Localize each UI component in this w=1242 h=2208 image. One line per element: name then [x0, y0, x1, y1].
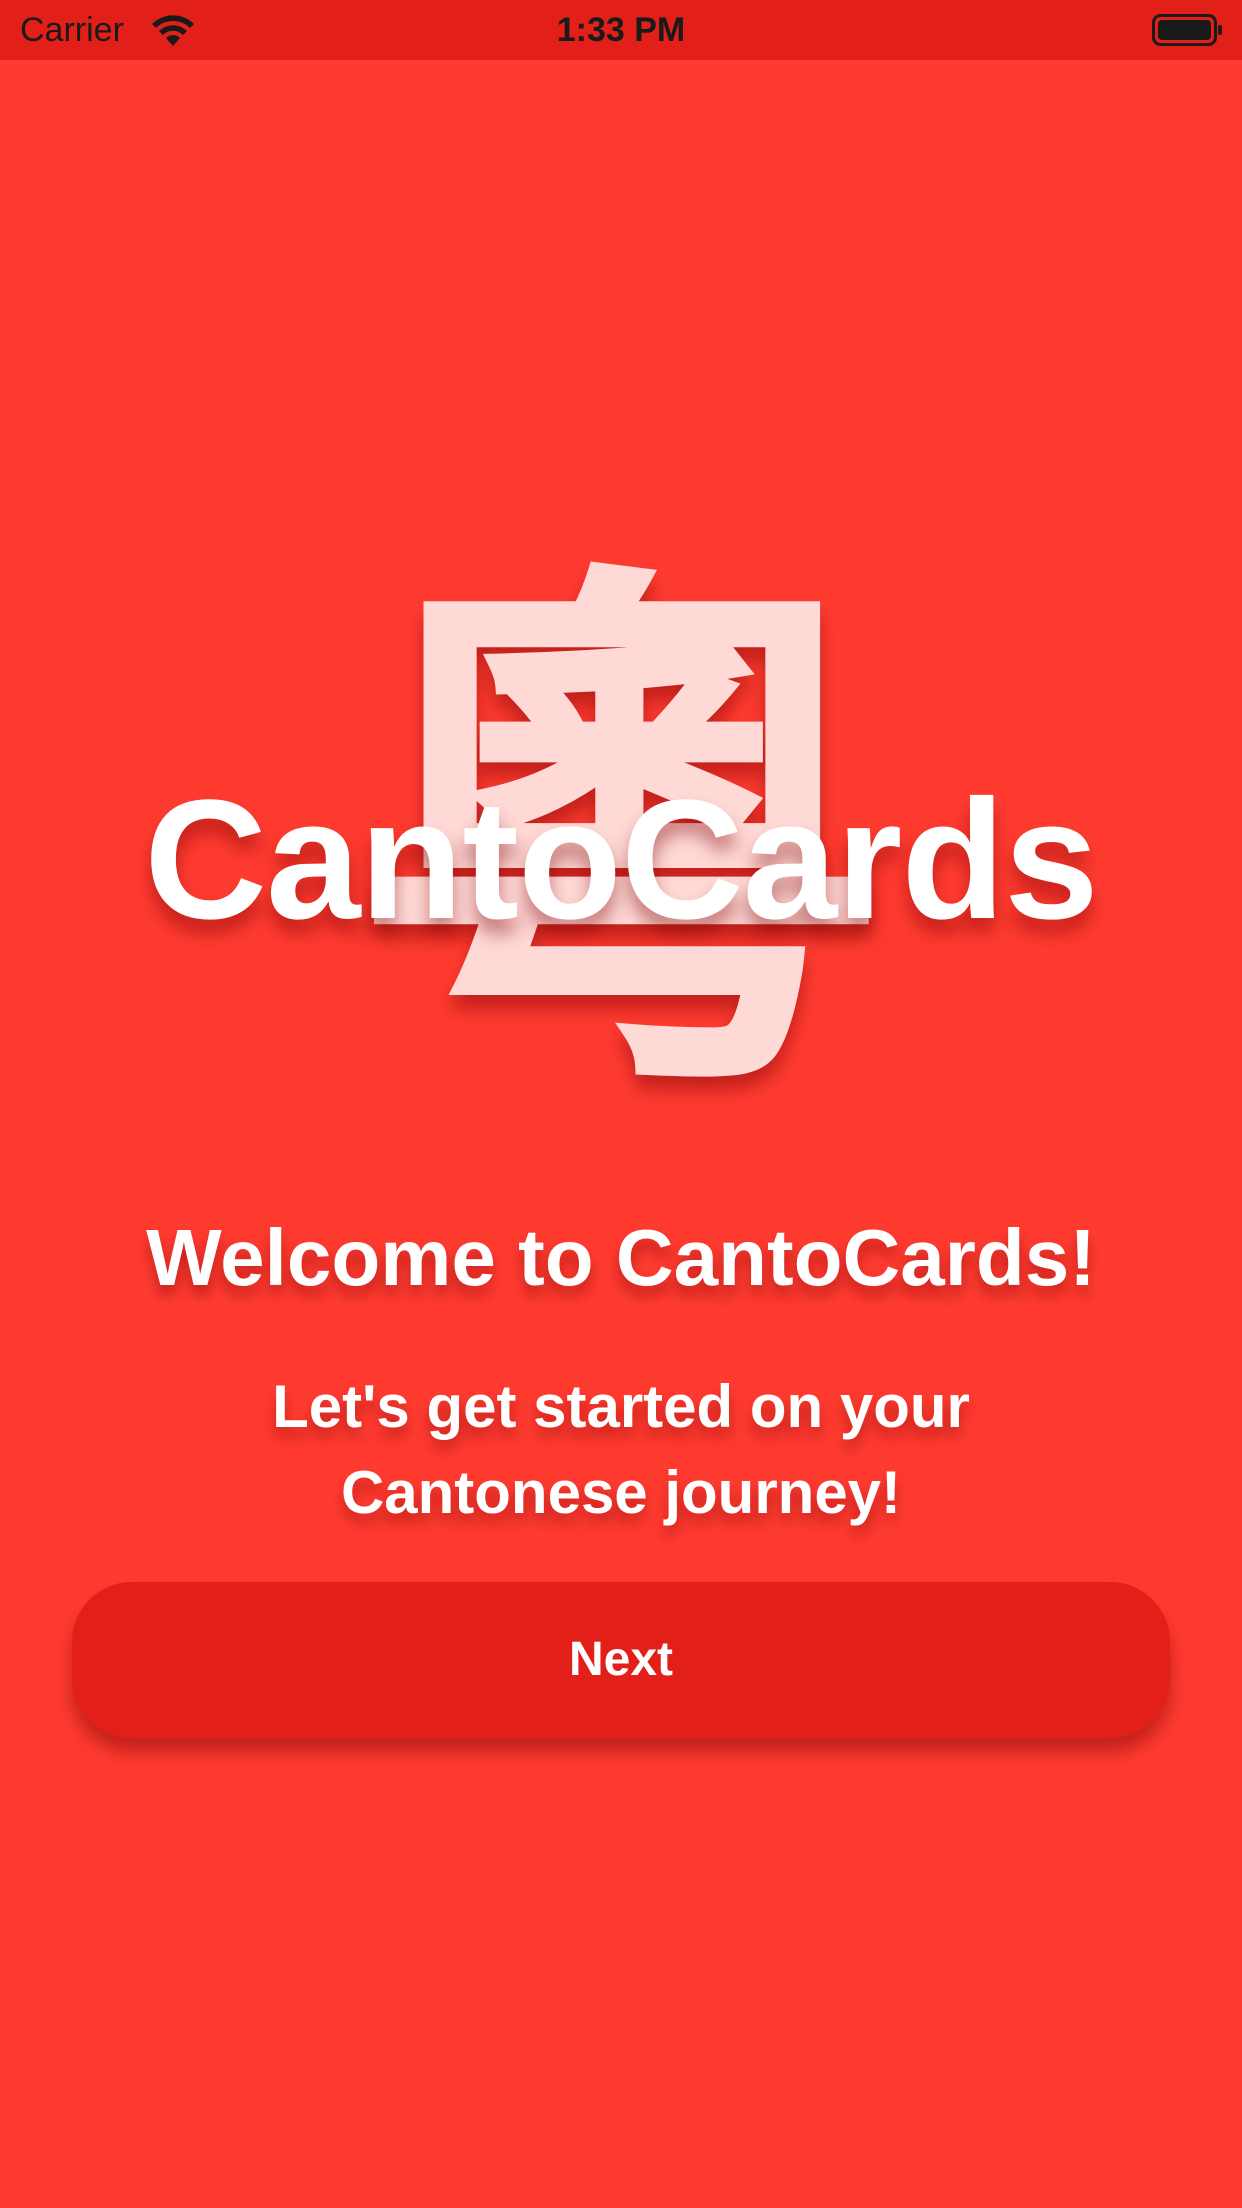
app-title: CantoCards [144, 765, 1098, 955]
next-button[interactable]: Next [72, 1582, 1170, 1738]
next-button-label: Next [568, 1633, 674, 1686]
clock: 1:33 PM [556, 11, 686, 49]
subtitle-line-1: Let's get started on your [272, 1373, 970, 1440]
app-logo: 粵 CantoCards [0, 560, 1242, 1120]
status-bar: Carrier 1:33 PM [0, 0, 1242, 60]
welcome-heading: Welcome to CantoCards! [146, 1213, 1096, 1302]
welcome-subtitle: Let's get started on your Cantonese jour… [221, 1364, 1021, 1536]
battery-icon [1152, 14, 1222, 46]
subtitle-line-2: Cantonese journey! [340, 1459, 902, 1526]
